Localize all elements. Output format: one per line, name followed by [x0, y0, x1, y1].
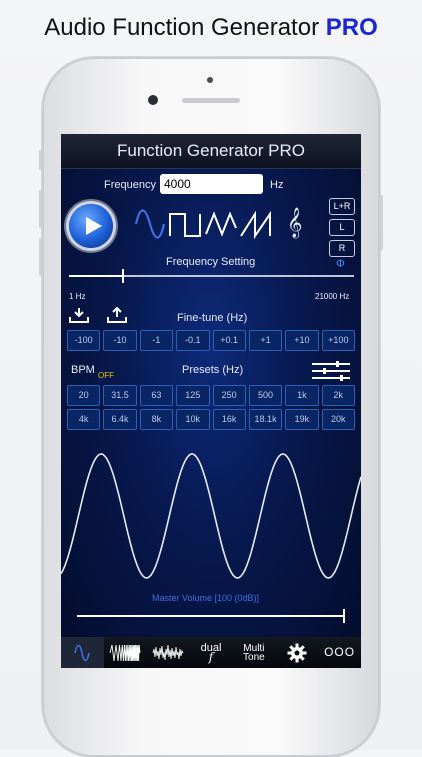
app-screen: Function Generator PRO Frequency Hz 𝄞 L+… — [61, 134, 361, 668]
sine-icon — [74, 644, 91, 661]
sine-waveform-trace — [61, 453, 361, 579]
finetune-button[interactable]: -10 — [103, 330, 137, 351]
preset-button[interactable]: 31.5 — [103, 385, 137, 406]
preset-button[interactable]: 4k — [67, 409, 101, 430]
headline: Audio Function Generator PRO — [0, 14, 422, 42]
finetune-button[interactable]: -1 — [139, 330, 174, 351]
preset-button[interactable]: 1k — [285, 385, 319, 406]
tab-more[interactable]: OOO — [318, 637, 361, 668]
preset-button[interactable]: 8k — [139, 409, 174, 430]
preset-button[interactable]: 6.4k — [103, 409, 137, 430]
play-button[interactable] — [69, 204, 113, 248]
preset-button[interactable]: 500 — [248, 385, 283, 406]
download-icon[interactable] — [69, 307, 89, 323]
upload-icon[interactable] — [107, 307, 127, 323]
finetune-row: -100 -10 -1 -0.1 +0.1 +1 +10 +100 — [67, 330, 355, 351]
noise-icon — [152, 644, 184, 660]
phone-speaker — [182, 98, 240, 103]
headline-badge: PRO — [325, 14, 378, 41]
finetune-button[interactable]: +1 — [248, 330, 283, 351]
sawtooth-wave-button[interactable] — [240, 208, 272, 240]
sweep-icon — [109, 644, 141, 661]
app-title: Function Generator PRO — [61, 134, 361, 169]
tab-dual-line2: f — [208, 649, 214, 664]
frequency-slider-fill — [69, 275, 124, 277]
equalizer-settings-icon[interactable] — [310, 360, 352, 382]
presets-row-1: 20 31.5 63 125 250 500 1k 2k — [67, 385, 355, 406]
phone-mute-switch — [39, 150, 42, 170]
preset-button[interactable]: 125 — [176, 385, 210, 406]
finetune-button[interactable]: +0.1 — [212, 330, 246, 351]
finetune-label: Fine-tune (Hz) — [177, 312, 248, 324]
tab-settings[interactable] — [275, 637, 318, 668]
master-volume-track[interactable] — [77, 615, 345, 617]
more-icon: OOO — [324, 645, 356, 659]
waveform-display — [61, 453, 361, 579]
finetune-button[interactable]: -100 — [67, 330, 101, 351]
presets-row-2: 4k 6.4k 8k 10k 16k 18.1k 19k 20k — [67, 409, 355, 430]
phone-power-button — [380, 195, 383, 250]
preset-button[interactable]: 63 — [139, 385, 174, 406]
frequency-unit: Hz — [270, 179, 284, 191]
finetune-button[interactable]: +100 — [321, 330, 355, 351]
phase-icon[interactable]: Φ — [336, 258, 345, 270]
channel-l-button[interactable]: L — [329, 219, 355, 236]
frequency-setting-label: Frequency Setting — [166, 256, 256, 268]
bottom-tab-bar: dual f Multi Tone OOO — [61, 637, 361, 668]
gear-icon — [287, 643, 307, 662]
preset-button[interactable]: 10k — [176, 409, 210, 430]
treble-clef-icon[interactable]: 𝄞 — [287, 208, 302, 239]
phone-camera — [148, 95, 158, 105]
square-wave-button[interactable] — [169, 208, 201, 240]
phone-volume-down — [39, 238, 42, 276]
tab-dual[interactable]: dual f — [190, 637, 233, 668]
frequency-label: Frequency — [104, 179, 156, 191]
channel-lr-button[interactable]: L+R — [329, 198, 355, 215]
triangle-wave-button[interactable] — [205, 208, 237, 240]
tab-sine[interactable] — [61, 637, 104, 668]
tab-multitone-line2: Tone — [243, 651, 265, 663]
tab-noise[interactable] — [147, 637, 190, 668]
preset-button[interactable]: 20 — [67, 385, 101, 406]
frequency-slider-knob[interactable] — [122, 269, 124, 283]
headline-text: Audio Function Generator — [44, 14, 320, 41]
finetune-button[interactable]: -0.1 — [176, 330, 210, 351]
preset-button[interactable]: 20k — [321, 409, 355, 430]
phone-volume-up — [39, 190, 42, 228]
master-volume-label: Master Volume [100 (0dB)] — [152, 593, 260, 603]
bpm-label[interactable]: BPM — [71, 364, 95, 376]
finetune-button[interactable]: +10 — [285, 330, 319, 351]
sine-wave-button[interactable] — [135, 208, 165, 240]
tab-multitone[interactable]: Multi Tone — [232, 637, 275, 668]
frequency-min-label: 1 Hz — [69, 292, 86, 301]
preset-button[interactable]: 16k — [212, 409, 246, 430]
preset-button[interactable]: 18.1k — [248, 409, 283, 430]
frequency-input[interactable] — [160, 174, 263, 194]
tab-sweep[interactable] — [104, 637, 147, 668]
frequency-max-label: 21000 Hz — [315, 292, 350, 301]
preset-button[interactable]: 2k — [321, 385, 355, 406]
master-volume-knob[interactable] — [343, 609, 345, 623]
phone-sensor — [207, 77, 213, 83]
bpm-state: OFF — [98, 371, 114, 380]
preset-button[interactable]: 250 — [212, 385, 246, 406]
channel-r-button[interactable]: R — [329, 240, 355, 257]
preset-button[interactable]: 19k — [285, 409, 319, 430]
presets-label: Presets (Hz) — [182, 364, 244, 376]
